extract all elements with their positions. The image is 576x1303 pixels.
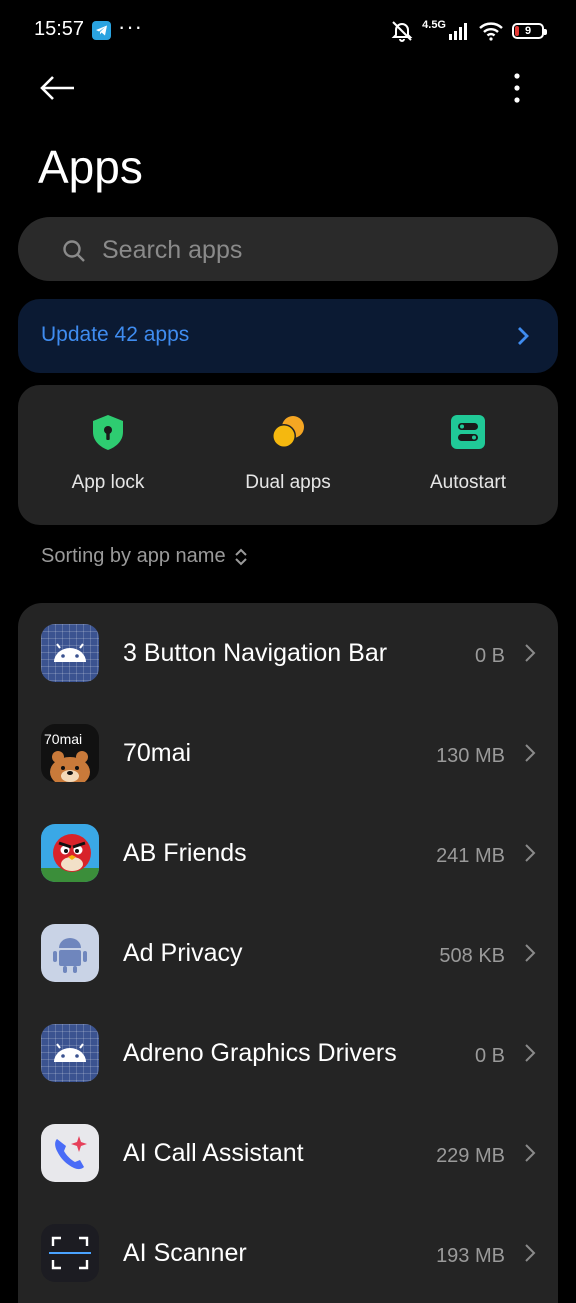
app-name: AI Call Assistant xyxy=(123,1139,304,1167)
arrow-left-icon xyxy=(40,76,74,100)
update-apps-banner[interactable]: Update 42 apps xyxy=(18,299,558,373)
autostart-label: Autostart xyxy=(429,472,507,493)
more-options-button[interactable] xyxy=(500,70,534,106)
battery-level: 9 xyxy=(524,25,532,37)
more-vertical-icon xyxy=(514,73,520,103)
app-size: 193 MB xyxy=(436,1245,505,1267)
status-time: 15:57 xyxy=(34,18,85,40)
list-item[interactable]: Ad Privacy 508 KB xyxy=(18,903,558,1003)
search-icon xyxy=(63,240,85,262)
list-item[interactable]: Adreno Graphics Drivers 0 B xyxy=(18,1003,558,1103)
android-icon xyxy=(41,924,99,982)
list-item[interactable]: 70mai 70mai 130 MB xyxy=(18,703,558,803)
dual-apps-label: Dual apps xyxy=(245,472,331,493)
list-item[interactable]: 3 Button Navigation Bar 0 B xyxy=(18,603,558,703)
chevron-right-icon xyxy=(525,744,536,762)
app-size: 130 MB xyxy=(436,745,505,767)
quick-actions: App lock Dual apps Autostart xyxy=(18,385,558,525)
back-button[interactable] xyxy=(38,70,78,106)
app-list: 3 Button Navigation Bar 0 B 70mai 70mai … xyxy=(18,603,558,1303)
sorting-label: Sorting by app name xyxy=(41,545,226,567)
list-item[interactable]: AB Friends 241 MB xyxy=(18,803,558,903)
list-item[interactable]: AI Scanner 193 MB xyxy=(18,1203,558,1303)
dual-apps-button[interactable]: Dual apps xyxy=(198,385,378,525)
autostart-icon xyxy=(451,415,485,449)
list-item[interactable]: AI Call Assistant 229 MB xyxy=(18,1103,558,1203)
more-dots-icon: ··· xyxy=(118,14,143,39)
dual-circles-icon xyxy=(272,416,304,448)
update-apps-label: Update 42 apps xyxy=(41,323,190,346)
android-icon xyxy=(41,1024,99,1082)
app-size: 241 MB xyxy=(436,845,505,867)
sorting-selector[interactable]: Sorting by app name xyxy=(41,545,248,568)
autostart-button[interactable]: Autostart xyxy=(378,385,558,525)
wifi-icon xyxy=(479,22,503,41)
search-bar[interactable] xyxy=(18,217,558,281)
telegram-icon xyxy=(92,21,111,40)
network-type: 4.5G xyxy=(422,19,446,31)
app-lock-button[interactable]: App lock xyxy=(18,385,198,525)
status-bar: 15:57 ··· 4.5G 9 xyxy=(0,0,576,60)
app-size: 508 KB xyxy=(439,945,505,967)
phone-sparkle-icon xyxy=(41,1124,99,1182)
app-size: 0 B xyxy=(474,645,505,667)
android-icon xyxy=(41,624,99,682)
bear-icon: 70mai xyxy=(41,724,99,782)
scanner-icon xyxy=(41,1224,99,1282)
shield-lock-icon xyxy=(93,415,123,450)
app-size: 0 B xyxy=(474,1045,505,1067)
search-input[interactable] xyxy=(100,229,524,271)
signal-icon xyxy=(449,23,467,40)
app-name: AI Scanner xyxy=(123,1239,247,1267)
muted-bell-icon xyxy=(391,21,413,42)
chevron-right-icon xyxy=(525,1144,536,1162)
chevron-right-icon xyxy=(525,1244,536,1262)
app-lock-label: App lock xyxy=(71,472,145,493)
app-name: 70mai xyxy=(123,739,192,767)
chevron-right-icon xyxy=(525,1044,536,1062)
page-title: Apps xyxy=(38,141,143,193)
app-icon-text: 70mai xyxy=(44,731,82,747)
sort-arrows-icon xyxy=(234,548,247,565)
chevron-right-icon xyxy=(518,327,529,345)
chevron-right-icon xyxy=(525,944,536,962)
angry-bird-icon xyxy=(41,824,99,882)
battery-icon: 9 xyxy=(512,23,547,39)
app-size: 229 MB xyxy=(436,1145,505,1167)
chevron-right-icon xyxy=(525,844,536,862)
chevron-right-icon xyxy=(525,644,536,662)
app-name: AB Friends xyxy=(123,839,247,867)
app-name: Ad Privacy xyxy=(123,939,243,967)
app-name: 3 Button Navigation Bar xyxy=(123,639,388,667)
app-name: Adreno Graphics Drivers xyxy=(123,1039,397,1067)
